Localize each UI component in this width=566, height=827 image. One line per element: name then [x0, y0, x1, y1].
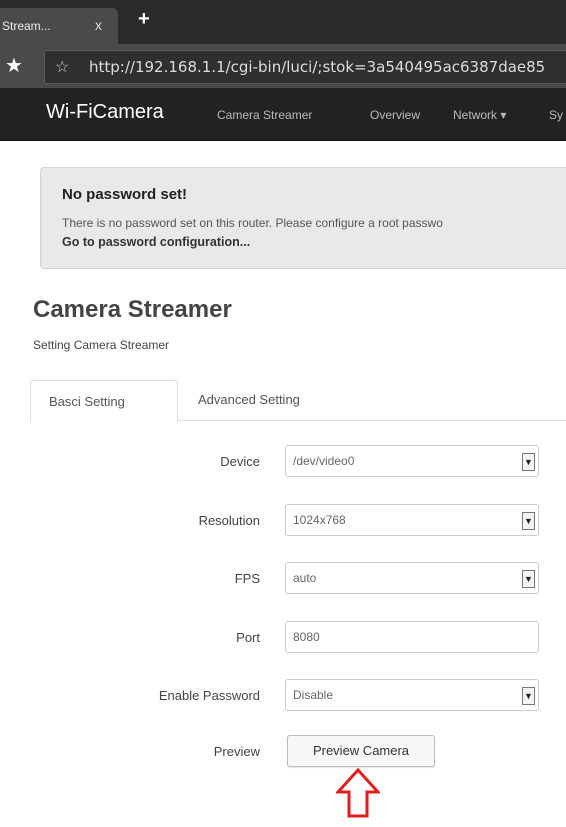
nav-item-camera-streamer[interactable]: Camera Streamer	[217, 108, 312, 122]
browser-toolbar: ★ ☆ http://192.168.1.1/cgi-bin/luci/;sto…	[0, 44, 566, 88]
preview-camera-button[interactable]: Preview Camera	[287, 735, 435, 767]
port-input[interactable]: 8080	[285, 621, 539, 653]
password-config-link[interactable]: Go to password configuration...	[62, 235, 250, 249]
resolution-select[interactable]: 1024x768 ▼	[285, 504, 539, 536]
close-tab-icon[interactable]: x	[95, 17, 102, 33]
url-text[interactable]: http://192.168.1.1/cgi-bin/luci/;stok=3a…	[89, 58, 545, 76]
device-value: /dev/video0	[293, 454, 355, 468]
tab-advanced-setting[interactable]: Advanced Setting	[198, 392, 300, 407]
resolution-value: 1024x768	[293, 513, 346, 527]
alert-text: There is no password set on this router.…	[62, 216, 443, 230]
port-label: Port	[236, 630, 260, 645]
alert-title: No password set!	[62, 186, 188, 203]
star-icon[interactable]: ☆	[55, 57, 69, 77]
browser-tab[interactable]: Stream... x	[0, 8, 118, 44]
enable-password-value: Disable	[293, 688, 334, 702]
chevron-down-icon: ▼	[522, 687, 535, 705]
port-value: 8080	[293, 630, 320, 644]
device-label: Device	[220, 454, 260, 469]
address-bar[interactable]: ☆ http://192.168.1.1/cgi-bin/luci/;stok=…	[44, 50, 566, 84]
app-navbar: Wi-FiCamera Camera Streamer Overview Net…	[0, 88, 566, 141]
enable-password-select[interactable]: Disable ▼	[285, 679, 539, 711]
device-select[interactable]: /dev/video0 ▼	[285, 445, 539, 477]
tab-basic-label: Basci Setting	[49, 394, 125, 409]
fps-value: auto	[293, 571, 317, 585]
enable-password-label: Enable Password	[158, 688, 260, 703]
chevron-down-icon: ▼	[522, 512, 535, 530]
browser-tab-strip: Stream... x +	[0, 0, 566, 44]
page-subtitle: Setting Camera Streamer	[33, 338, 170, 352]
brand-logo[interactable]: Wi-FiCamera	[46, 101, 164, 124]
fps-label: FPS	[234, 571, 260, 586]
page-title: Camera Streamer	[33, 296, 232, 323]
chevron-down-icon: ▼	[522, 570, 535, 588]
nav-item-system[interactable]: Sy	[549, 108, 563, 122]
no-password-alert: No password set! There is no password se…	[40, 167, 566, 269]
nav-item-network[interactable]: Network ▾	[453, 108, 506, 122]
resolution-label: Resolution	[198, 513, 260, 528]
new-tab-icon[interactable]: +	[138, 8, 150, 31]
up-arrow-icon	[336, 768, 380, 818]
tab-basic-setting[interactable]: Basci Setting	[30, 380, 178, 422]
bookmark-star-icon[interactable]: ★	[5, 53, 23, 78]
chevron-down-icon: ▼	[522, 453, 535, 471]
browser-tab-title: Stream...	[2, 19, 51, 33]
preview-label: Preview	[213, 744, 260, 759]
nav-item-overview[interactable]: Overview	[370, 108, 420, 122]
fps-select[interactable]: auto ▼	[285, 562, 539, 594]
